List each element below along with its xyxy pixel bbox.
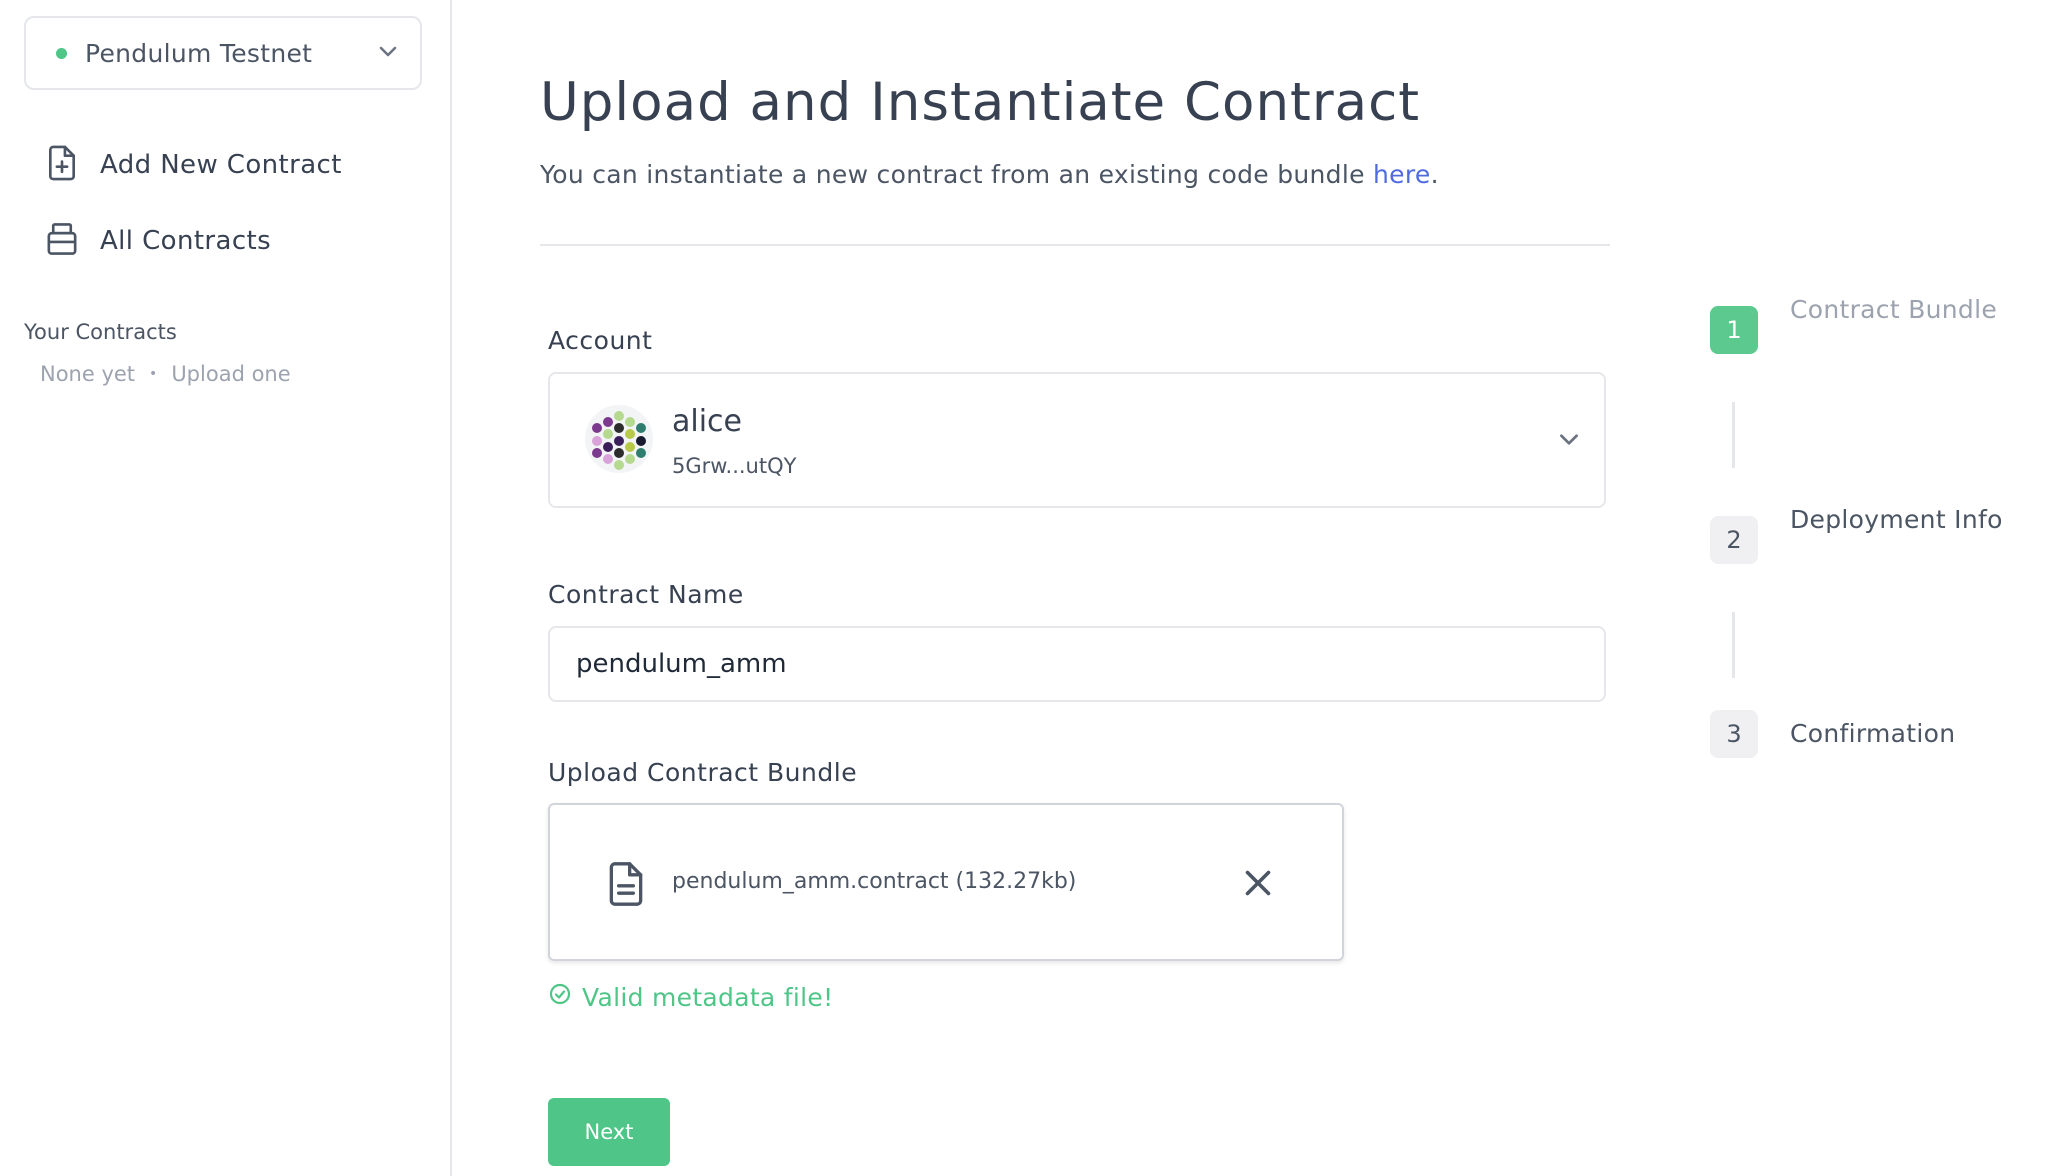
account-address: 5Grw...utQY [672,454,797,478]
nav-all-contracts-label: All Contracts [100,226,272,256]
identicon-avatar [585,405,653,473]
step-3-label: Confirmation [1790,719,1956,748]
database-icon [44,220,80,262]
upload-bundle-label: Upload Contract Bundle [548,758,858,787]
contract-name-label: Contract Name [548,580,744,609]
divider [540,244,1610,246]
validation-message: Valid metadata file! [548,982,833,1012]
step-connector [1732,612,1735,678]
separator-dot: • [149,366,158,382]
step-1-number: 1 [1710,306,1758,354]
file-plus-icon [44,144,80,186]
nav-add-new-contract[interactable]: Add New Contract [44,144,342,186]
subtitle-end: . [1430,160,1439,189]
your-contracts-title: Your Contracts [24,320,177,344]
nav-add-new-contract-label: Add New Contract [100,150,342,180]
validation-text: Valid metadata file! [582,982,834,1012]
empty-text: None yet [40,362,136,386]
upload-one-link[interactable]: Upload one [171,362,290,386]
file-text-icon [604,859,648,913]
step-1-label: Contract Bundle [1790,295,1998,324]
account-name: alice [672,404,743,439]
close-icon [1245,870,1271,896]
step-3-number: 3 [1710,710,1758,758]
your-contracts-empty: None yet • Upload one [40,362,291,386]
chevron-down-icon [376,39,400,67]
step-connector [1732,402,1735,468]
page-subtitle: You can instantiate a new contract from … [540,160,1439,189]
sidebar: Pendulum Testnet Add New Contract All Co… [0,0,452,1176]
nav-all-contracts[interactable]: All Contracts [44,220,271,262]
account-selector[interactable]: alice 5Grw...utQY [548,372,1606,508]
network-name: Pendulum Testnet [85,38,313,68]
check-circle-icon [548,982,572,1012]
contract-name-input[interactable] [548,626,1606,702]
upload-dropzone[interactable]: pendulum_amm.contract (132.27kb) [548,803,1344,961]
step-2-number: 2 [1710,516,1758,564]
next-button[interactable]: Next [548,1098,670,1166]
page-title: Upload and Instantiate Contract [540,72,1421,133]
account-label: Account [548,326,653,355]
chevron-down-icon [1556,426,1582,456]
here-link[interactable]: here [1373,160,1431,189]
step-2-label: Deployment Info [1790,505,2003,534]
uploaded-file-name: pendulum_amm.contract (132.27kb) [672,869,1077,894]
network-status-dot [56,47,67,59]
network-selector[interactable]: Pendulum Testnet [24,16,422,90]
subtitle-text: You can instantiate a new contract from … [540,160,1374,189]
remove-file-button[interactable] [1240,865,1276,901]
